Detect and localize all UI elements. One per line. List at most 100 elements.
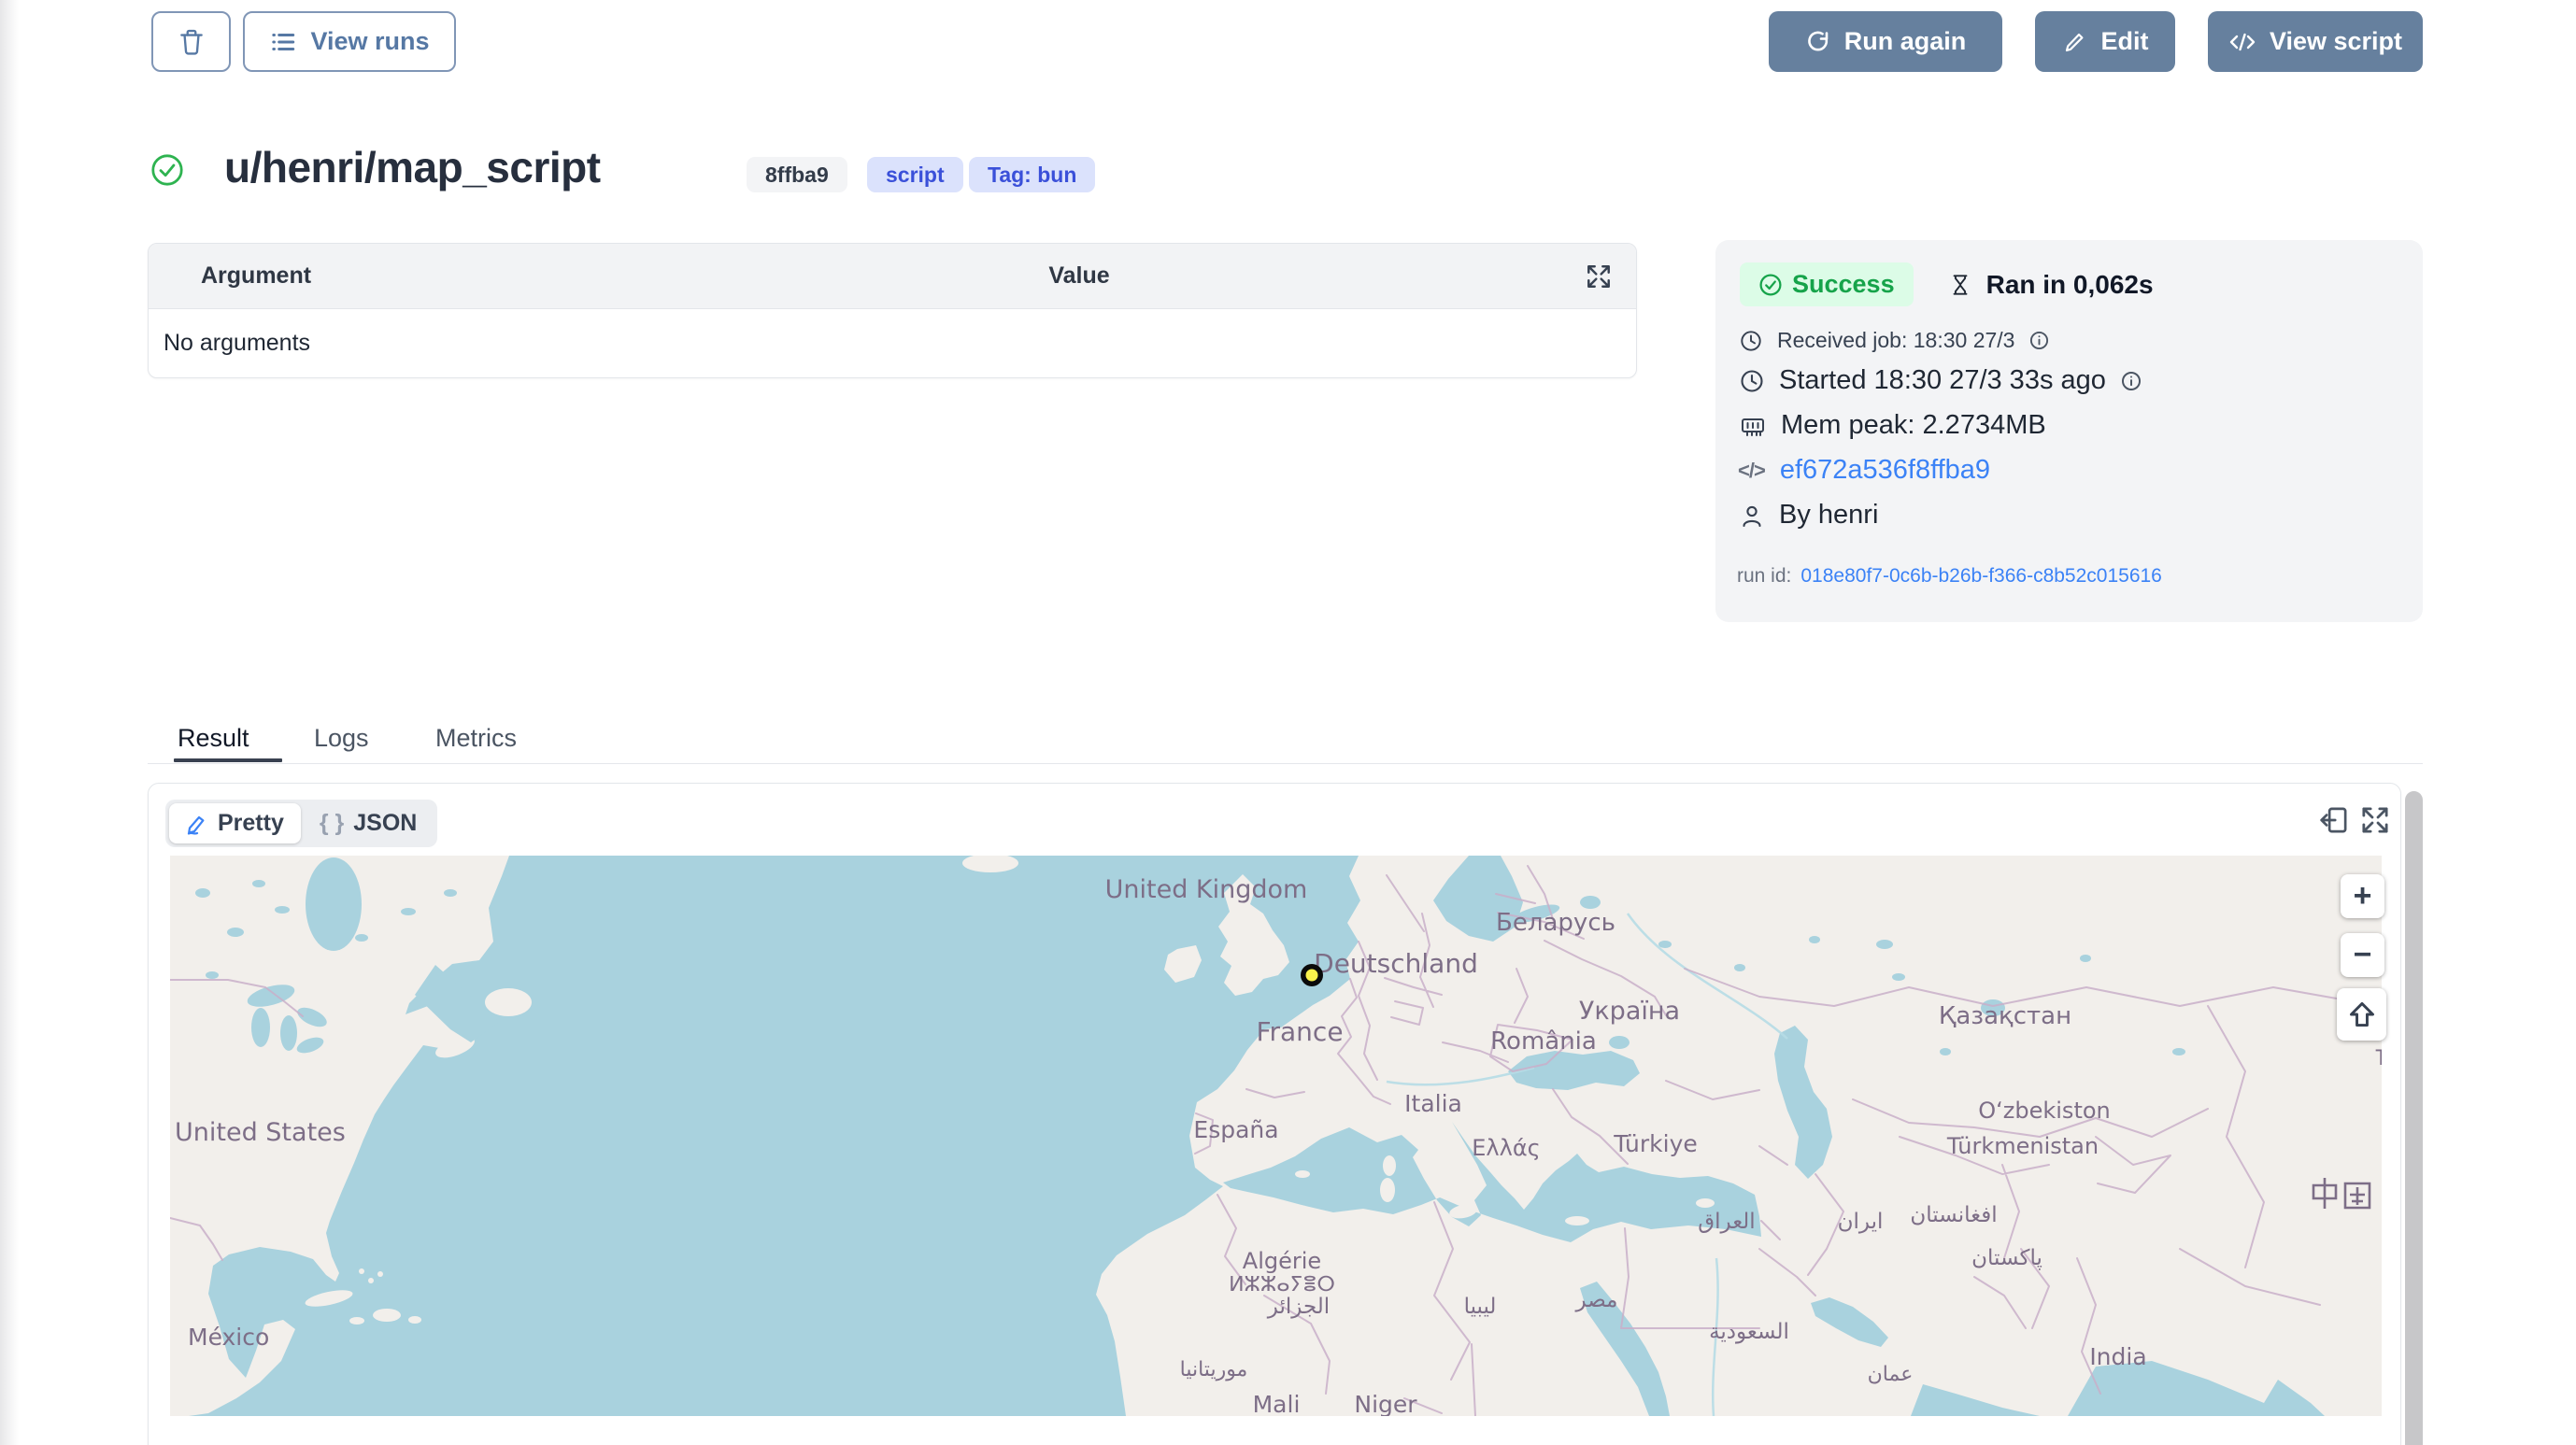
- value-column-header: Value: [597, 262, 1561, 290]
- map-label: السعودية: [1709, 1320, 1789, 1344]
- map-label: România: [1490, 1027, 1597, 1055]
- map-label: افغانستان: [1910, 1203, 1997, 1227]
- run-page: View runs Run again Edit View script: [0, 0, 2576, 1445]
- map-label: الجزائر: [1267, 1295, 1330, 1319]
- success-check-icon: [149, 152, 185, 188]
- result-map[interactable]: United Kingdom Беларусь Deutschland Україна…: [170, 856, 2382, 1416]
- run-id-label: run id:: [1737, 565, 1791, 588]
- delete-run-button[interactable]: [151, 11, 231, 72]
- page-title: u/henri/map_script: [224, 142, 601, 192]
- pencil-icon: [2062, 29, 2088, 55]
- result-panel: Pretty { } JSON: [148, 783, 2401, 1445]
- author-text: By henri: [1779, 500, 1878, 531]
- kind-badge: script: [867, 157, 963, 192]
- memory-icon: [1740, 413, 1766, 439]
- code-icon: [2228, 29, 2256, 55]
- map-label: العراق: [1698, 1210, 1755, 1234]
- status-badge-label: Success: [1792, 270, 1895, 299]
- active-tab-underline: [174, 758, 282, 762]
- tab-logs[interactable]: Logs: [314, 724, 369, 753]
- view-runs-label: View runs: [310, 27, 429, 56]
- run-id-link[interactable]: 018e80f7-0c6b-b26b-f366-c8b52c015616: [1800, 565, 2161, 588]
- info-icon[interactable]: [2121, 371, 2142, 391]
- expand-table-icon[interactable]: [1561, 262, 1636, 290]
- map-zoom-in-button[interactable]: +: [2341, 874, 2384, 918]
- view-script-button[interactable]: View script: [2208, 11, 2423, 72]
- map-label: Беларусь: [1496, 909, 1615, 937]
- map-label: ليبيا: [1464, 1295, 1497, 1319]
- json-toggle[interactable]: { } JSON: [303, 803, 434, 843]
- map-label: Ъо: [2375, 1047, 2382, 1070]
- pretty-toggle[interactable]: Pretty: [169, 803, 301, 843]
- up-arrow-icon: [2346, 999, 2378, 1030]
- braces-icon: { }: [320, 810, 344, 837]
- map-svg: United Kingdom Беларусь Deutschland Україна…: [170, 856, 2382, 1416]
- tag-badge: Tag: bun: [969, 157, 1095, 192]
- trash-icon: [178, 27, 206, 57]
- status-badge: Success: [1740, 262, 1914, 306]
- no-arguments-text: No arguments: [164, 330, 310, 357]
- map-label: España: [1193, 1116, 1278, 1143]
- map-marker-dot: [1306, 970, 1318, 982]
- map-label: Türkiye: [1613, 1130, 1698, 1157]
- arguments-table-header: Argument Value: [149, 244, 1636, 309]
- expand-result-icon[interactable]: [2359, 804, 2391, 836]
- hourglass-icon: [1949, 271, 1971, 299]
- map-label: Türkmenistan: [1946, 1133, 2099, 1159]
- clock-icon: [1740, 330, 1762, 352]
- received-job-text: Received job: 18:30 27/3: [1777, 328, 2014, 353]
- map-label: Algérie: [1243, 1248, 1321, 1274]
- map-label: عمان: [1868, 1363, 1914, 1386]
- map-label: Ελλάς: [1472, 1135, 1540, 1161]
- hash-badge: 8ffba9: [747, 157, 847, 192]
- map-label: France: [1256, 1016, 1343, 1047]
- person-icon: [1740, 503, 1764, 528]
- pretty-label: Pretty: [218, 810, 284, 837]
- map-label: India: [2089, 1343, 2146, 1370]
- copy-result-icon[interactable]: [2318, 804, 2350, 836]
- tab-divider: [148, 763, 2423, 764]
- map-label: Қазақстан: [1939, 1002, 2071, 1030]
- code-icon: </>: [1738, 459, 1765, 483]
- edit-label: Edit: [2101, 27, 2149, 56]
- map-zoom-out-button[interactable]: −: [2341, 933, 2384, 977]
- duration-text: Ran in 0,062s: [1986, 270, 2154, 300]
- map-label: Niger: [1354, 1391, 1417, 1416]
- map-label: پاکستان: [1971, 1246, 2042, 1270]
- arguments-table: Argument Value No arguments: [148, 243, 1637, 378]
- script-hash-link[interactable]: ef672a536f8ffba9: [1780, 455, 1990, 486]
- left-edge-shadow: [0, 0, 19, 1445]
- map-label: Україна: [1579, 997, 1680, 1026]
- status-panel: Success Ran in 0,062s Received job: 18:3…: [1715, 240, 2423, 622]
- map-label: Oʻzbekiston: [1978, 1098, 2111, 1124]
- tab-metrics[interactable]: Metrics: [435, 724, 517, 753]
- map-label: مصر: [1575, 1288, 1618, 1312]
- mem-peak-text: Mem peak: 2.2734MB: [1781, 410, 2046, 441]
- info-icon[interactable]: [2029, 331, 2049, 350]
- table-row: No arguments: [149, 309, 1636, 377]
- tab-result[interactable]: Result: [178, 724, 249, 753]
- run-again-button[interactable]: Run again: [1769, 11, 2002, 72]
- clock-icon: [1740, 369, 1764, 393]
- started-text: Started 18:30 27/3 33s ago: [1779, 365, 2106, 396]
- map-label: United Kingdom: [1105, 875, 1308, 904]
- map-label: Mali: [1253, 1391, 1301, 1416]
- check-circle-icon: [1758, 273, 1783, 297]
- map-label: موريتانيا: [1180, 1358, 1248, 1381]
- view-script-label: View script: [2270, 27, 2402, 56]
- view-runs-button[interactable]: View runs: [243, 11, 456, 72]
- map-label: México: [188, 1324, 269, 1351]
- refresh-icon: [1805, 29, 1831, 55]
- map-reset-bearing-button[interactable]: [2337, 988, 2386, 1041]
- list-icon: [269, 28, 297, 56]
- edit-button[interactable]: Edit: [2035, 11, 2175, 72]
- argument-column-header: Argument: [149, 262, 597, 290]
- map-label: ⵍⵣⵣⴰⵢⴻⵔ: [1229, 1273, 1335, 1296]
- json-label: JSON: [353, 810, 417, 837]
- map-label: Italia: [1404, 1090, 1462, 1117]
- map-label: Deutschland: [1314, 948, 1478, 979]
- map-label: United States: [175, 1118, 346, 1147]
- map-label: ايران: [1838, 1210, 1884, 1234]
- run-again-label: Run again: [1844, 27, 1967, 56]
- vertical-scrollbar[interactable]: [2405, 791, 2423, 1445]
